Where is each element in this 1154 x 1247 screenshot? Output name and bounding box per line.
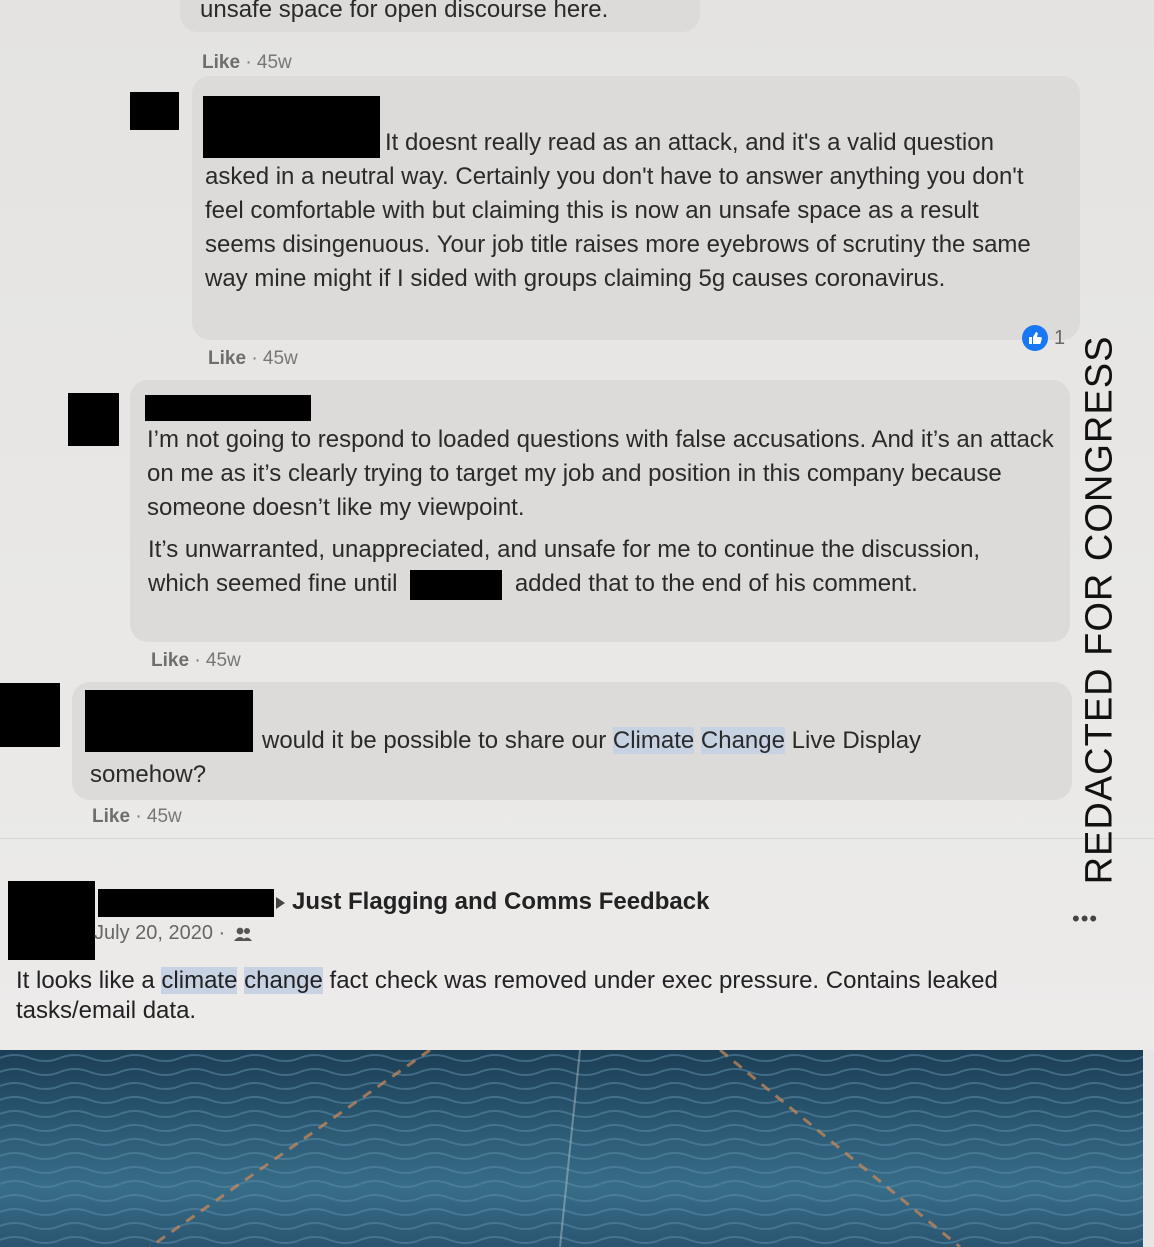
highlighted-keyword: Climate — [612, 727, 695, 754]
reaction-summary[interactable]: 1 — [1022, 325, 1065, 351]
arrow-right-icon — [276, 897, 285, 909]
watermark-label: REDACTED FOR CONGRESS — [1078, 336, 1122, 885]
thumbs-up-icon — [1022, 325, 1048, 351]
separator-dot: · — [194, 650, 206, 671]
comment-text: It doesnt really read as an attack, and … — [205, 129, 1031, 292]
privacy-group-icon — [233, 927, 252, 941]
group-name-link[interactable]: Just Flagging and Comms Feedback — [292, 888, 709, 916]
redacted-avatar — [68, 393, 119, 446]
redacted-avatar — [0, 683, 60, 747]
separator-dot: · — [251, 348, 263, 369]
like-link[interactable]: Like — [151, 650, 189, 671]
redacted-avatar — [8, 881, 95, 960]
comment-meta: Like · 45w — [151, 650, 241, 672]
divider — [0, 838, 1154, 839]
separator-dot: · — [135, 806, 147, 827]
separator-dot: · — [245, 52, 257, 73]
post-date-text[interactable]: July 20, 2020 · — [94, 922, 225, 944]
comment-time[interactable]: 45w — [147, 806, 182, 827]
redacted-mention — [410, 569, 503, 600]
comment-meta: Like · 45w — [92, 806, 182, 828]
comment-time[interactable]: 45w — [257, 52, 292, 73]
like-link[interactable]: Like — [202, 52, 240, 73]
water-lanes-graphic — [0, 1050, 1143, 1247]
comment-text: I’m not going to respond to loaded quest… — [147, 426, 1054, 521]
like-link[interactable]: Like — [92, 806, 130, 827]
comment-meta: Like · 45w — [208, 348, 298, 370]
redacted-author-name — [145, 395, 311, 421]
reaction-count: 1 — [1054, 326, 1066, 349]
highlighted-keyword: climate — [161, 967, 238, 994]
comment-text-partial: unsafe space for open discourse here. — [200, 0, 609, 23]
comment-thread: unsafe space for open discourse here. Li… — [0, 0, 1154, 1050]
post-text-part: It looks like a — [16, 967, 155, 994]
watermark-text: REDACTED FOR CONGRESS — [1078, 335, 1121, 885]
comment-text-part: would it be possible to share our — [262, 727, 607, 754]
comment-text: It’s unwarranted, unappreciated, and uns… — [148, 533, 1028, 601]
more-options-icon[interactable]: ••• — [1072, 906, 1098, 932]
post-image[interactable] — [0, 1050, 1143, 1247]
comment-meta: Like · 45w — [202, 52, 292, 74]
redacted-avatar — [130, 92, 179, 130]
post-date[interactable]: July 20, 2020 · — [94, 922, 253, 945]
like-link[interactable]: Like — [208, 348, 246, 369]
comment-text-part: added that to the end of his comment. — [514, 570, 918, 597]
highlighted-keyword: Change — [700, 727, 785, 754]
redacted-author-name — [98, 889, 274, 917]
highlighted-keyword: change — [244, 967, 323, 994]
comment-time[interactable]: 45w — [263, 348, 298, 369]
comment-time[interactable]: 45w — [206, 650, 241, 671]
post-body: It looks like a climate change fact chec… — [16, 966, 1096, 1026]
comment-text: would it be possible to share our Climat… — [90, 724, 1010, 792]
